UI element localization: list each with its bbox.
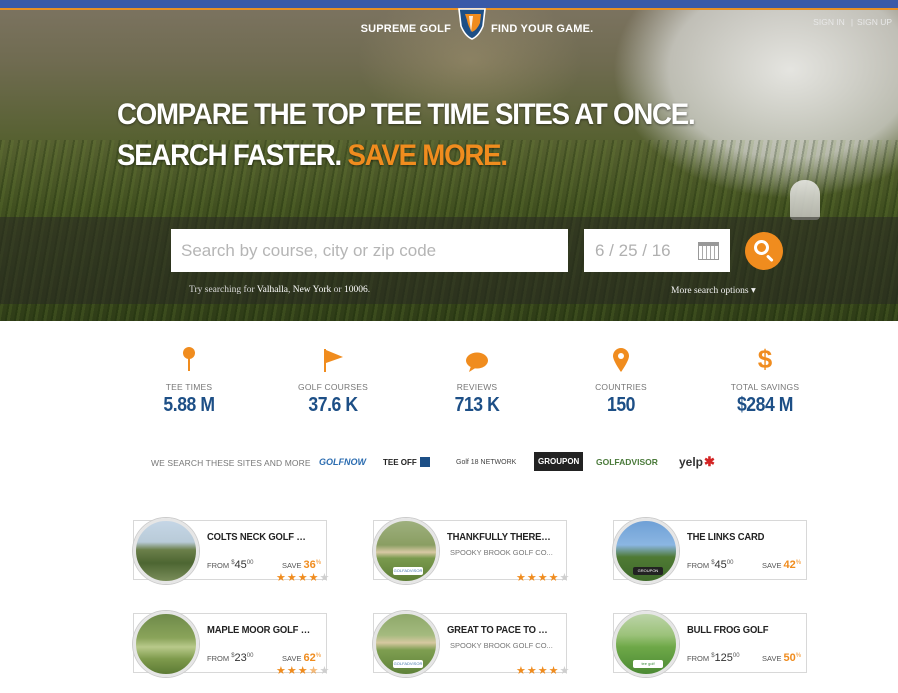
search-button[interactable] [745,232,783,270]
hint-or: or [333,285,342,295]
hero-headline: COMPARE THE TOP TEE TIME SITES AT ONCE. … [117,94,696,176]
brand-tagline: FIND YOUR GAME. [491,23,594,35]
course-thumbnail[interactable]: GOLFADVISOR [373,518,439,584]
stat-value: 713 K [454,394,500,416]
golfadvisor-badge-icon: GOLFADVISOR [393,660,423,668]
hero-banner: SUPREME GOLF FIND YOUR GAME. SIGN IN | SIG… [0,0,898,321]
deal-price: FROM $4500 [207,559,254,571]
groupon-logo[interactable]: GROUPON [534,452,584,471]
search-input[interactable] [171,229,568,272]
headline-line-2: SEARCH FASTER. SAVE MORE. [117,135,694,176]
search-hint: Try searching for Valhalla, New York or … [189,285,371,295]
stat-golf-courses: GOLF COURSES 37.6 K [278,345,388,417]
flag-icon [324,349,343,372]
sign-up-link[interactable]: SIGN UP [857,17,892,27]
stat-value: $284 M [736,394,794,416]
more-search-options-link[interactable]: More search options ▾ [671,285,756,296]
golf-tee-image [790,180,820,220]
golfadvisor-badge-icon: GOLFADVISOR [393,567,423,575]
deal-savings: SAVE 36% [282,559,322,571]
course-thumbnail[interactable]: GOLFADVISOR [373,611,439,677]
deal-subtitle: SPOOKY BROOK GOLF CO... [450,548,553,557]
pga-tour-icon [419,457,430,467]
supreme-golf-logo-icon[interactable] [455,6,489,40]
deal-title: COLTS NECK GOLF CLUB [207,531,312,543]
speech-bubble-icon [466,352,488,372]
deal-title: MAPLE MOOR GOLF COUR... [207,624,311,636]
deal-title: BULL FROG GOLF [687,624,769,636]
pin-icon [183,347,195,371]
deal-title: GREAT TO PACE TO PLAY! [447,624,551,636]
deal-savings: SAVE 62% [282,652,322,664]
stat-label: TEE TIMES [165,382,213,392]
golfadvisor-logo[interactable]: GOLFADVISOR [596,450,658,474]
stat-label: COUNTRIES [595,382,647,392]
teegolf-badge-icon: tee golf [633,660,663,668]
groupon-badge-icon: GROUPON [633,567,663,575]
stat-reviews: REVIEWS 713 K [422,345,532,417]
headline-search-faster: SEARCH FASTER. [117,139,342,172]
deal-subtitle: SPOOKY BROOK GOLF CO... [450,641,553,650]
stat-value: 5.88 M [163,394,215,416]
deal-price: FROM $4500 [687,559,734,571]
deal-savings: SAVE 50% [762,652,802,664]
hint-prefix: Try searching for [189,285,255,295]
stat-value: 37.6 K [308,394,358,416]
rating-stars: ★★★★★ [276,665,331,677]
yelp-logo[interactable]: yelp ✱ [679,450,715,474]
deal-price: FROM $2300 [207,652,254,664]
dollar-icon: $ [757,344,773,374]
stat-value: 150 [606,394,636,416]
auth-separator: | [850,17,854,27]
course-thumbnail[interactable] [133,518,199,584]
search-icon [754,240,769,255]
yelp-burst-icon: ✱ [704,454,715,469]
deal-price: FROM $12500 [687,652,740,664]
teeoff-logo[interactable]: TEE OFF [383,450,430,474]
map-marker-icon [613,348,629,372]
sign-in-link[interactable]: SIGN IN [813,17,845,27]
rating-stars: ★★★★★ [276,572,331,584]
brand-header: SUPREME GOLF FIND YOUR GAME. [0,4,898,40]
date-value: 6 / 25 / 16 [595,241,671,260]
rating-stars: ★★★★★ [516,665,571,677]
stat-total-savings: $ TOTAL SAVINGS $284 M [710,345,820,417]
deal-savings: SAVE 42% [762,559,802,571]
auth-links: SIGN IN | SIGN UP [813,17,892,27]
deal-title: THANKFULLY THERE'S 1 M... [447,531,551,543]
date-field[interactable]: 6 / 25 / 16 [584,229,730,272]
hint-example-valhalla[interactable]: Valhalla [257,285,288,295]
golfnow-logo[interactable]: GOLFNOW [319,450,366,474]
stat-tee-times: TEE TIMES 5.88 M [134,345,244,417]
course-thumbnail[interactable] [133,611,199,677]
headline-line-1: COMPARE THE TOP TEE TIME SITES AT ONCE. [117,98,696,131]
caret-down-icon: ▾ [750,286,756,296]
partners-label: WE SEARCH THESE SITES AND MORE [151,458,311,468]
brand-name: SUPREME GOLF [360,23,451,35]
hint-example-new-york[interactable]: New York [293,285,332,295]
golf18-network-logo[interactable]: Golf 18 NETWORK [456,450,516,474]
search-icon-handle [765,254,774,263]
rating-stars: ★★★★★ [516,572,571,584]
stat-countries: COUNTRIES 150 [566,345,676,417]
deal-title: THE LINKS CARD [687,531,765,543]
stat-label: REVIEWS [456,382,498,392]
stat-label: TOTAL SAVINGS [730,382,800,392]
more-search-options-label: More search options [671,286,749,296]
hint-example-zip[interactable]: 10006 [344,285,368,295]
calendar-icon[interactable] [698,242,719,260]
course-thumbnail[interactable]: GROUPON [613,518,679,584]
course-thumbnail[interactable]: tee golf [613,611,679,677]
stat-label: GOLF COURSES [298,382,368,392]
headline-save-more: SAVE MORE. [347,139,508,172]
